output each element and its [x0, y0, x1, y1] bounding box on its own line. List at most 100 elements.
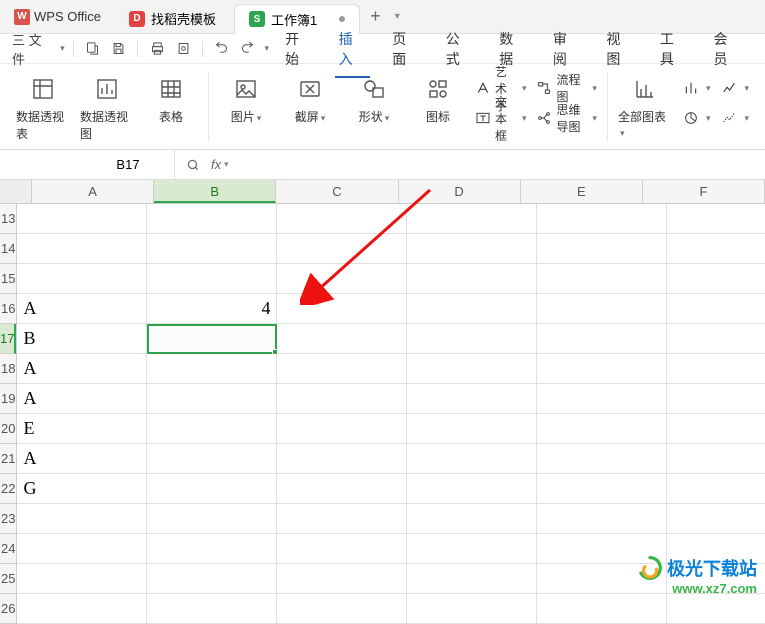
cell[interactable]	[147, 474, 277, 504]
cancel-formula-button[interactable]	[181, 153, 205, 177]
cell[interactable]	[407, 414, 537, 444]
cell[interactable]	[147, 564, 277, 594]
cell[interactable]	[407, 564, 537, 594]
row-header[interactable]: 14	[0, 234, 16, 264]
cell[interactable]	[147, 534, 277, 564]
cell[interactable]	[407, 354, 537, 384]
cell-A17[interactable]: B	[17, 324, 147, 354]
cell[interactable]	[277, 384, 407, 414]
cell-A20[interactable]: E	[17, 414, 147, 444]
cell[interactable]	[537, 294, 667, 324]
cell[interactable]	[17, 564, 147, 594]
cell[interactable]	[667, 504, 765, 534]
cell[interactable]	[407, 294, 537, 324]
cell-B17[interactable]	[147, 324, 277, 354]
row-header[interactable]: 17	[0, 324, 16, 354]
fx-icon[interactable]: fx	[207, 157, 225, 172]
chevron-down-icon[interactable]: ▾	[265, 43, 270, 54]
cell[interactable]	[407, 384, 537, 414]
cell[interactable]	[407, 534, 537, 564]
tab-insert[interactable]: 插入	[327, 25, 379, 73]
row-header[interactable]: 20	[0, 414, 16, 444]
picture-button[interactable]: 图片▾	[219, 72, 273, 125]
select-all-corner[interactable]	[0, 180, 32, 203]
cell[interactable]	[17, 234, 147, 264]
cell[interactable]	[407, 204, 537, 234]
cell[interactable]	[277, 294, 407, 324]
flowchart-button[interactable]: 流程图▾	[536, 76, 596, 100]
cell[interactable]	[667, 474, 765, 504]
cell[interactable]	[407, 324, 537, 354]
cell[interactable]	[277, 204, 407, 234]
file-menu-button[interactable]: 三 文件 ▾	[12, 30, 65, 68]
line-chart-button[interactable]: ▾	[720, 76, 749, 100]
mindmap-button[interactable]: 思维导图▾	[536, 106, 596, 130]
cell-A16[interactable]: A	[17, 294, 147, 324]
cell[interactable]	[147, 594, 277, 624]
cell-A19[interactable]: A	[17, 384, 147, 414]
undo-button[interactable]	[211, 38, 233, 60]
pivot-chart-button[interactable]: 数据透视图	[80, 72, 134, 142]
cell[interactable]	[17, 204, 147, 234]
cell[interactable]	[407, 444, 537, 474]
cell[interactable]	[667, 594, 765, 624]
cell[interactable]	[147, 504, 277, 534]
area-chart-button[interactable]: ▾	[720, 106, 749, 130]
cell[interactable]	[147, 414, 277, 444]
bar-chart-button[interactable]: ▾	[682, 76, 711, 100]
cell[interactable]	[407, 504, 537, 534]
row-header[interactable]: 19	[0, 384, 16, 414]
cell[interactable]	[537, 354, 667, 384]
cell-A18[interactable]: A	[17, 354, 147, 384]
cell[interactable]	[277, 324, 407, 354]
cell[interactable]	[667, 354, 765, 384]
tab-list-caret-icon[interactable]: ▾	[391, 11, 404, 22]
tab-formula[interactable]: 公式	[434, 25, 486, 73]
new-from-template-button[interactable]	[82, 38, 104, 60]
cell[interactable]	[537, 324, 667, 354]
row-header[interactable]: 25	[0, 564, 16, 594]
cell[interactable]	[537, 594, 667, 624]
row-header[interactable]: 23	[0, 504, 16, 534]
app-name-tab[interactable]: W WPS Office	[4, 0, 111, 34]
cell[interactable]	[407, 234, 537, 264]
tab-page[interactable]: 页面	[380, 25, 432, 73]
cell[interactable]	[277, 534, 407, 564]
cell[interactable]	[147, 234, 277, 264]
cell[interactable]	[537, 384, 667, 414]
cell[interactable]	[407, 264, 537, 294]
formula-input[interactable]	[231, 150, 765, 179]
cell[interactable]	[407, 474, 537, 504]
cell[interactable]	[277, 564, 407, 594]
cell[interactable]	[277, 264, 407, 294]
table-button[interactable]: 表格	[144, 72, 198, 125]
tab-vip[interactable]: 会员	[701, 25, 753, 73]
template-tab[interactable]: D 找稻壳模板	[115, 4, 230, 34]
cell[interactable]	[147, 444, 277, 474]
pivot-table-button[interactable]: 数据透视表	[16, 72, 70, 142]
cell[interactable]	[667, 264, 765, 294]
cell[interactable]	[277, 414, 407, 444]
cell[interactable]	[17, 534, 147, 564]
row-header[interactable]: 15	[0, 264, 16, 294]
col-header-D[interactable]: D	[399, 180, 521, 203]
cell[interactable]	[147, 354, 277, 384]
cell[interactable]	[537, 264, 667, 294]
cell[interactable]	[147, 264, 277, 294]
cell[interactable]	[667, 384, 765, 414]
cell[interactable]	[537, 234, 667, 264]
textbox-button[interactable]: 文本框▾	[475, 106, 526, 130]
tab-tools[interactable]: 工具	[648, 25, 700, 73]
cell[interactable]	[537, 474, 667, 504]
cell[interactable]	[667, 204, 765, 234]
cell[interactable]	[667, 294, 765, 324]
shape-button[interactable]: 形状▾	[347, 72, 401, 125]
cell[interactable]	[537, 504, 667, 534]
row-header[interactable]: 22	[0, 474, 16, 504]
row-header[interactable]: 13	[0, 204, 16, 234]
col-header-E[interactable]: E	[521, 180, 643, 203]
cell[interactable]	[17, 594, 147, 624]
tab-start[interactable]: 开始	[273, 25, 325, 73]
row-header[interactable]: 26	[0, 594, 16, 624]
print-button[interactable]	[146, 38, 168, 60]
